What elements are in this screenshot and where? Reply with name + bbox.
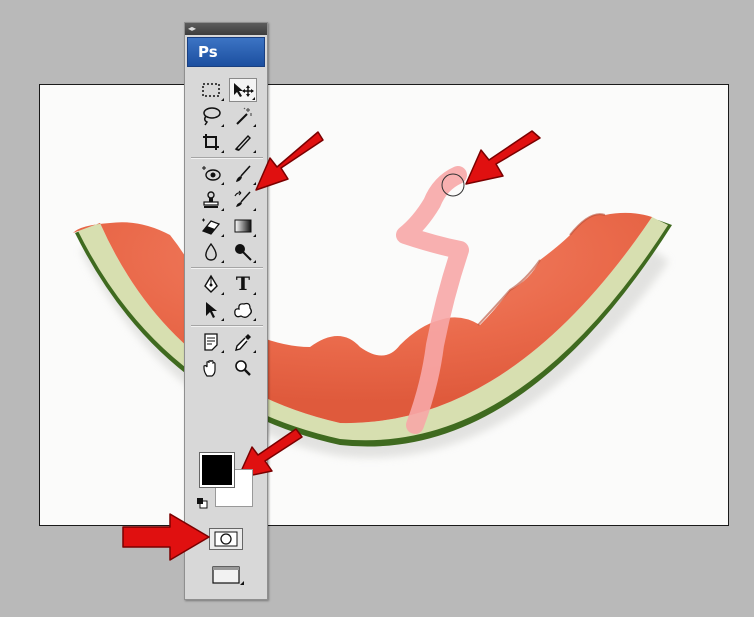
flyout-indicator: [252, 97, 255, 100]
crop-tool[interactable]: [197, 130, 225, 154]
zoom-tool[interactable]: [229, 356, 257, 380]
dashed-rect-icon: [202, 83, 220, 97]
document-canvas[interactable]: [39, 84, 729, 526]
pen-tool[interactable]: [197, 272, 225, 296]
tool-row-7: [185, 239, 269, 265]
flyout-indicator: [253, 150, 256, 153]
custom-shape-tool[interactable]: [229, 298, 257, 322]
brush-icon: [236, 165, 251, 182]
flyout-indicator: [253, 208, 256, 211]
panel-grip[interactable]: ◂▸: [185, 23, 267, 35]
flyout-indicator: [253, 260, 256, 263]
magic-wand-tool[interactable]: [229, 104, 257, 128]
eyedropper-icon: [235, 334, 251, 351]
flyout-indicator: [253, 318, 256, 321]
quick-mask-button[interactable]: [209, 528, 243, 550]
tool-row-6: [185, 213, 269, 239]
eyedropper-slice-tool[interactable]: [229, 130, 257, 154]
screen-mode-icon: [212, 566, 244, 585]
flyout-indicator: [253, 124, 256, 127]
dodge-icon: [235, 244, 252, 261]
flyout-indicator: [253, 234, 256, 237]
tool-row-5: [185, 187, 269, 213]
blur-tool[interactable]: [197, 240, 225, 264]
notes-tool[interactable]: [197, 330, 225, 354]
history-brush-tool[interactable]: [229, 188, 257, 212]
flyout-indicator: [221, 292, 224, 295]
blob-shape-icon: [234, 302, 252, 318]
flyout-indicator: [221, 208, 224, 211]
history-brush-icon: [234, 190, 251, 207]
flyout-indicator: [221, 318, 224, 321]
flyout-indicator: [221, 124, 224, 127]
foreground-color-swatch[interactable]: [199, 452, 235, 488]
notes-icon: [204, 333, 218, 351]
eyedropper-tool[interactable]: [229, 330, 257, 354]
flyout-indicator: [221, 98, 224, 101]
eraser-tool[interactable]: [197, 214, 225, 238]
pen-nib-icon: [204, 274, 218, 293]
flyout-indicator: [221, 234, 224, 237]
spot-healing-tool[interactable]: [197, 162, 225, 186]
dodge-tool[interactable]: [229, 240, 257, 264]
tool-row-1: [185, 77, 269, 103]
tool-row-2: [185, 103, 269, 129]
ps-logo[interactable]: Ps: [187, 37, 265, 67]
move-tool[interactable]: [229, 78, 257, 102]
quick-mask-icon: [214, 531, 238, 547]
flyout-indicator: [221, 182, 224, 185]
tool-row-11: [185, 355, 269, 381]
gradient-icon: [234, 219, 252, 233]
watermelon-image: [73, 166, 672, 458]
eraser-icon: [201, 218, 221, 235]
clone-stamp-tool[interactable]: [197, 188, 225, 212]
type-tool[interactable]: T: [229, 272, 257, 296]
tool-separator: [191, 157, 263, 159]
lasso-icon: [203, 107, 221, 126]
lasso-tool[interactable]: [197, 104, 225, 128]
tools-panel: ◂▸ Ps T: [184, 22, 268, 600]
gradient-tool[interactable]: [229, 214, 257, 238]
magic-wand-icon: [236, 107, 252, 125]
hand-icon: [203, 360, 216, 377]
tool-row-8: T: [185, 271, 269, 297]
hand-tool[interactable]: [197, 356, 225, 380]
tool-separator: [191, 267, 263, 269]
arrow-select-icon: [206, 302, 217, 318]
marquee-tool[interactable]: [197, 78, 225, 102]
flyout-indicator: [253, 350, 256, 353]
default-colors-icon[interactable]: [196, 497, 208, 509]
stamp-icon: [203, 191, 219, 208]
brush-tool[interactable]: [229, 162, 257, 186]
flyout-indicator: [253, 182, 256, 185]
screen-mode-button[interactable]: [207, 563, 247, 587]
crop-icon: [203, 134, 219, 150]
eye-patch-icon: [202, 166, 221, 181]
magnifier-icon: [235, 360, 251, 376]
tool-row-4: [185, 161, 269, 187]
tool-row-9: [185, 297, 269, 323]
type-icon: T: [235, 273, 251, 295]
slice-knife-icon: [234, 134, 251, 151]
drop-icon: [205, 242, 217, 261]
flyout-indicator: [221, 260, 224, 263]
flyout-indicator: [221, 350, 224, 353]
path-selection-tool[interactable]: [197, 298, 225, 322]
tool-row-3: [185, 129, 269, 155]
tool-row-10: [185, 329, 269, 355]
flyout-indicator: [253, 292, 256, 295]
flyout-indicator: [221, 150, 224, 153]
tool-separator: [191, 325, 263, 327]
